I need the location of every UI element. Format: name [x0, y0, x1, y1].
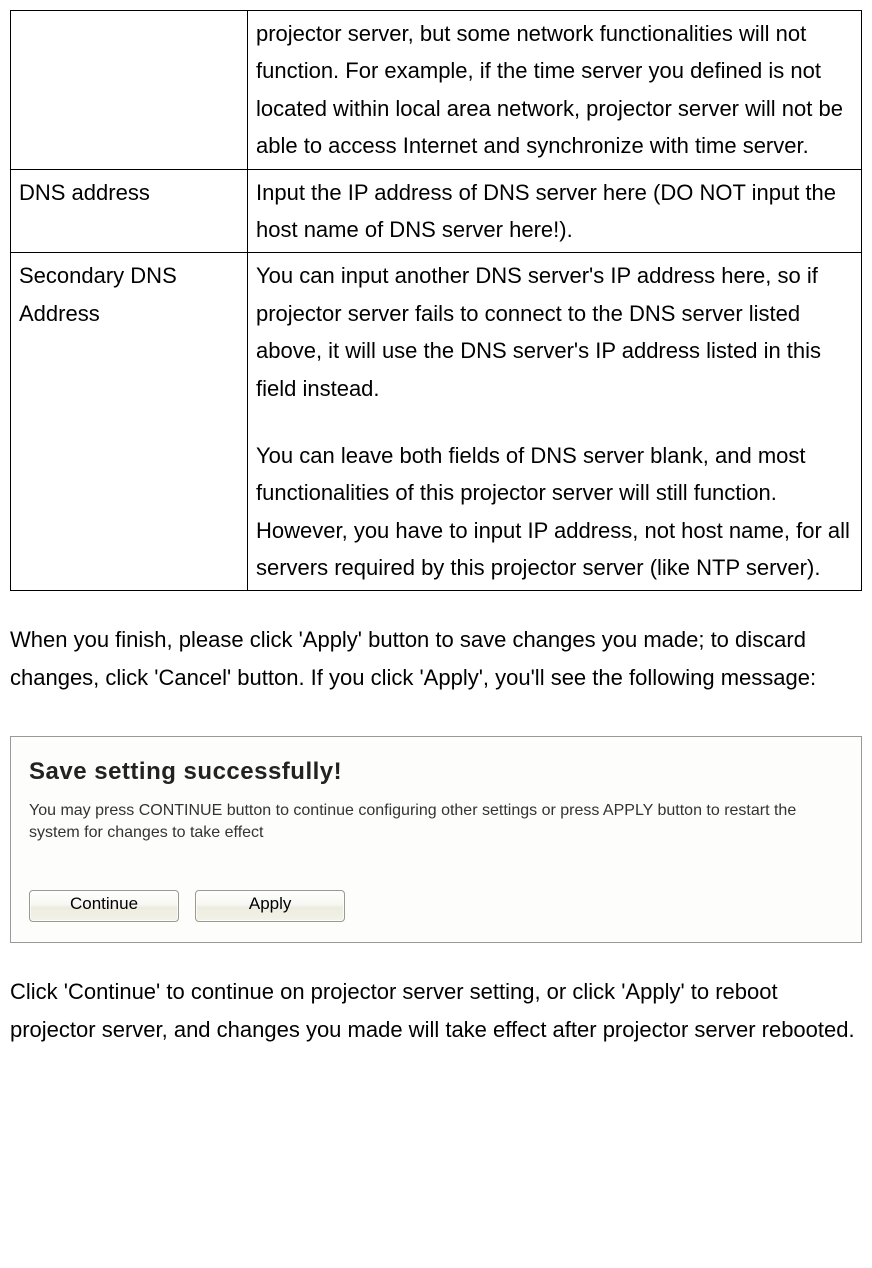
row-label: DNS address: [11, 169, 248, 253]
continue-button[interactable]: Continue: [29, 890, 179, 922]
row-label: [11, 11, 248, 170]
row-desc-p2: You can leave both fields of DNS server …: [256, 437, 853, 587]
row-description: projector server, but some network funct…: [248, 11, 862, 170]
dialog-text: You may press CONTINUE button to continu…: [29, 800, 843, 845]
row-description: Input the IP address of DNS server here …: [248, 169, 862, 253]
followup-paragraph: Click 'Continue' to continue on projecto…: [10, 973, 862, 1048]
row-desc-p1: You can input another DNS server's IP ad…: [256, 257, 853, 407]
table-row: DNS address Input the IP address of DNS …: [11, 169, 862, 253]
apply-button[interactable]: Apply: [195, 890, 345, 922]
instruction-paragraph: When you finish, please click 'Apply' bu…: [10, 621, 862, 696]
row-label: Secondary DNS Address: [11, 253, 248, 591]
table-row: Secondary DNS Address You can input anot…: [11, 253, 862, 591]
dialog-title: Save setting successfully!: [29, 753, 843, 791]
config-table: projector server, but some network funct…: [10, 10, 862, 591]
spacer: [256, 407, 853, 437]
row-description: You can input another DNS server's IP ad…: [248, 253, 862, 591]
table-row: projector server, but some network funct…: [11, 11, 862, 170]
save-dialog: Save setting successfully! You may press…: [10, 736, 862, 943]
